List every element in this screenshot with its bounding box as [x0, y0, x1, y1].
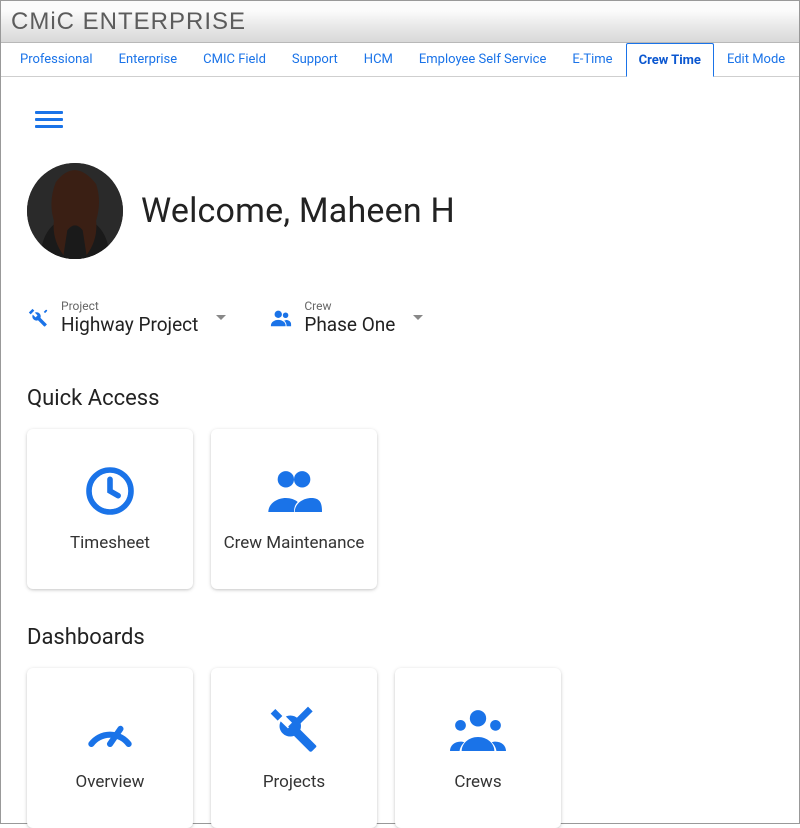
tools-icon [266, 702, 322, 758]
hamburger-icon [35, 111, 63, 114]
page-content: Welcome, Maheen H Project Highway Projec… [1, 77, 799, 828]
quick-access-cards: Timesheet Crew Maintenance [27, 429, 773, 589]
context-selectors: Project Highway Project Crew Phase One [27, 299, 773, 336]
groups-icon [450, 702, 506, 758]
card-crews[interactable]: Crews [395, 668, 561, 828]
card-label: Crews [454, 772, 501, 793]
nav-edit-mode[interactable]: Edit Mode [714, 43, 798, 76]
clock-icon [82, 463, 138, 519]
nav-enterprise[interactable]: Enterprise [106, 43, 191, 76]
people-icon [266, 463, 322, 519]
card-crew-maintenance[interactable]: Crew Maintenance [211, 429, 377, 589]
project-selector-label: Project [61, 299, 198, 313]
nav-support[interactable]: Support [279, 43, 351, 76]
tools-icon [27, 307, 49, 329]
card-label: Overview [76, 772, 145, 793]
chevron-down-icon [216, 315, 226, 320]
card-timesheet[interactable]: Timesheet [27, 429, 193, 589]
avatar [27, 163, 123, 259]
section-dashboards-title: Dashboards [27, 625, 773, 650]
menu-button[interactable] [35, 111, 63, 133]
welcome-text: Welcome, Maheen H [141, 191, 455, 231]
nav-professional[interactable]: Professional [7, 43, 106, 76]
card-projects[interactable]: Projects [211, 668, 377, 828]
card-label: Projects [263, 772, 325, 793]
app-title: CMiC ENTERPRISE [11, 8, 246, 36]
nav-employee-self-service[interactable]: Employee Self Service [406, 43, 559, 76]
project-selector-value: Highway Project [61, 313, 198, 336]
nav-crew-time[interactable]: Crew Time [626, 43, 714, 77]
chevron-down-icon [413, 315, 423, 320]
card-label: Crew Maintenance [224, 533, 365, 554]
welcome-row: Welcome, Maheen H [27, 163, 773, 259]
nav-cmic-field[interactable]: CMIC Field [190, 43, 279, 76]
card-label: Timesheet [70, 533, 150, 554]
dashboards-cards: Overview Projects Crews [27, 668, 773, 828]
gauge-icon [82, 702, 138, 758]
crew-selector-label: Crew [304, 299, 395, 313]
title-bar: CMiC ENTERPRISE [1, 1, 799, 43]
card-overview[interactable]: Overview [27, 668, 193, 828]
project-selector[interactable]: Project Highway Project [27, 299, 226, 336]
people-icon [270, 307, 292, 329]
crew-selector-value: Phase One [304, 313, 395, 336]
avatar-image [27, 163, 123, 259]
section-quick-access-title: Quick Access [27, 386, 773, 411]
nav-hcm[interactable]: HCM [351, 43, 406, 76]
main-navbar: Professional Enterprise CMIC Field Suppo… [1, 43, 799, 77]
crew-selector[interactable]: Crew Phase One [270, 299, 423, 336]
nav-e-time[interactable]: E-Time [559, 43, 625, 76]
